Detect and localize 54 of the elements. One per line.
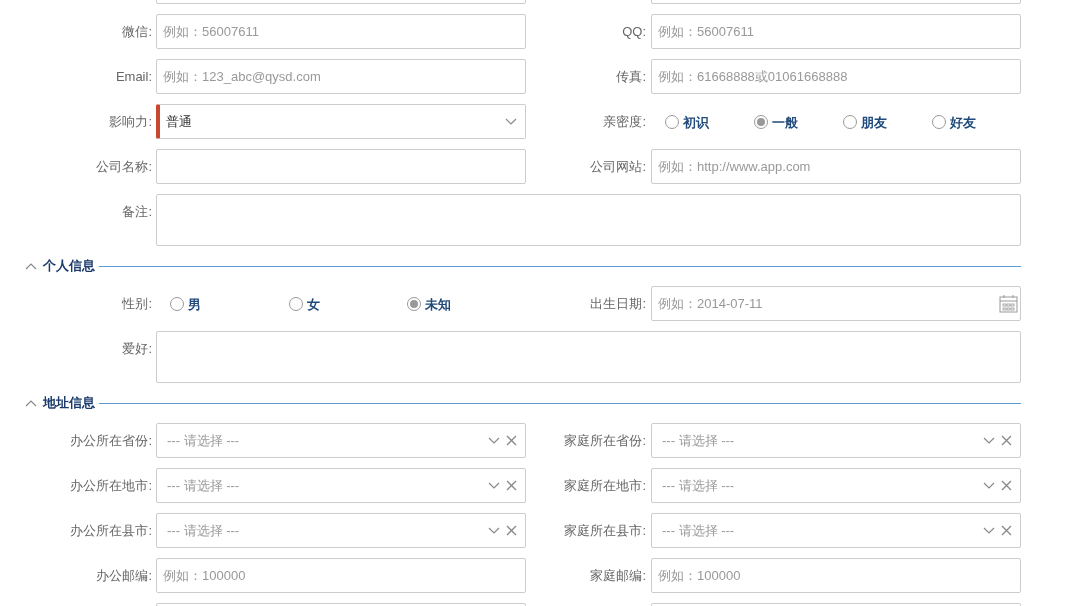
radio-option[interactable]: 未知 [407,292,526,315]
input-field[interactable]: 例如：http://www.app.com [651,149,1021,184]
close-icon[interactable] [1001,435,1012,446]
field-label: 微信: [122,22,152,41]
field-label: 家庭所在地市: [564,476,646,495]
field-label: 家庭所在省份: [564,431,646,450]
chevron-down-icon [488,436,500,445]
field-label: 办公所在地市: [70,476,152,495]
field-label: 家庭邮编: [590,566,646,585]
radio-option[interactable]: 女 [288,292,408,315]
input-field[interactable]: 例如：61668888或01061668888 [651,59,1021,94]
chevron-down-icon [505,117,517,126]
input-field[interactable]: 例如：56007611 [156,14,526,49]
calendar-icon[interactable] [999,294,1018,313]
field-label: 出生日期: [590,294,646,313]
field-label: 办公邮编: [96,566,152,585]
chevron-down-icon [983,436,995,445]
close-icon[interactable] [1001,525,1012,536]
field-label: 影响力: [109,112,152,131]
radio-option[interactable]: 好友 [932,110,1021,133]
field-label: 传真: [616,67,646,86]
chevron-up-icon [25,399,37,407]
input-field[interactable]: 例如：123_abc@qysd.com [156,59,526,94]
chevron-down-icon [488,481,500,490]
section-title[interactable]: 地址信息 [43,393,95,413]
input-field[interactable]: 例如：56007611 [651,14,1021,49]
close-icon[interactable] [506,525,517,536]
input-field[interactable]: 例如：100000 [156,558,526,593]
close-icon[interactable] [506,480,517,491]
select-field[interactable]: 普通 [156,104,526,139]
input-field[interactable]: 例如：100000 [651,558,1021,593]
field-label: 办公所在省份: [70,431,152,450]
radio-option[interactable]: 男 [170,292,289,315]
section-title[interactable]: 个人信息 [43,256,95,276]
chevron-down-icon [983,481,995,490]
radio-option[interactable]: 朋友 [843,110,932,133]
chevron-up-icon [25,262,37,270]
field-label: 性别: [122,294,152,313]
field-label: 办公所在县市: [70,521,152,540]
radio-option[interactable]: 一般 [754,110,843,133]
field-label: 家庭所在县市: [564,521,646,540]
field-label: 亲密度: [603,112,646,131]
field-label: 爱好: [122,339,152,358]
radio-option[interactable]: 初识 [665,110,754,133]
field-label: 备注: [122,202,152,221]
chevron-down-icon [983,526,995,535]
close-icon[interactable] [506,435,517,446]
field-label: Email: [115,67,152,86]
field-label: 公司名称: [96,157,152,176]
close-icon[interactable] [1001,480,1012,491]
field-label: QQ: [622,22,646,41]
chevron-down-icon [488,526,500,535]
field-label: 公司网站: [590,157,646,176]
input-field[interactable] [156,149,526,184]
